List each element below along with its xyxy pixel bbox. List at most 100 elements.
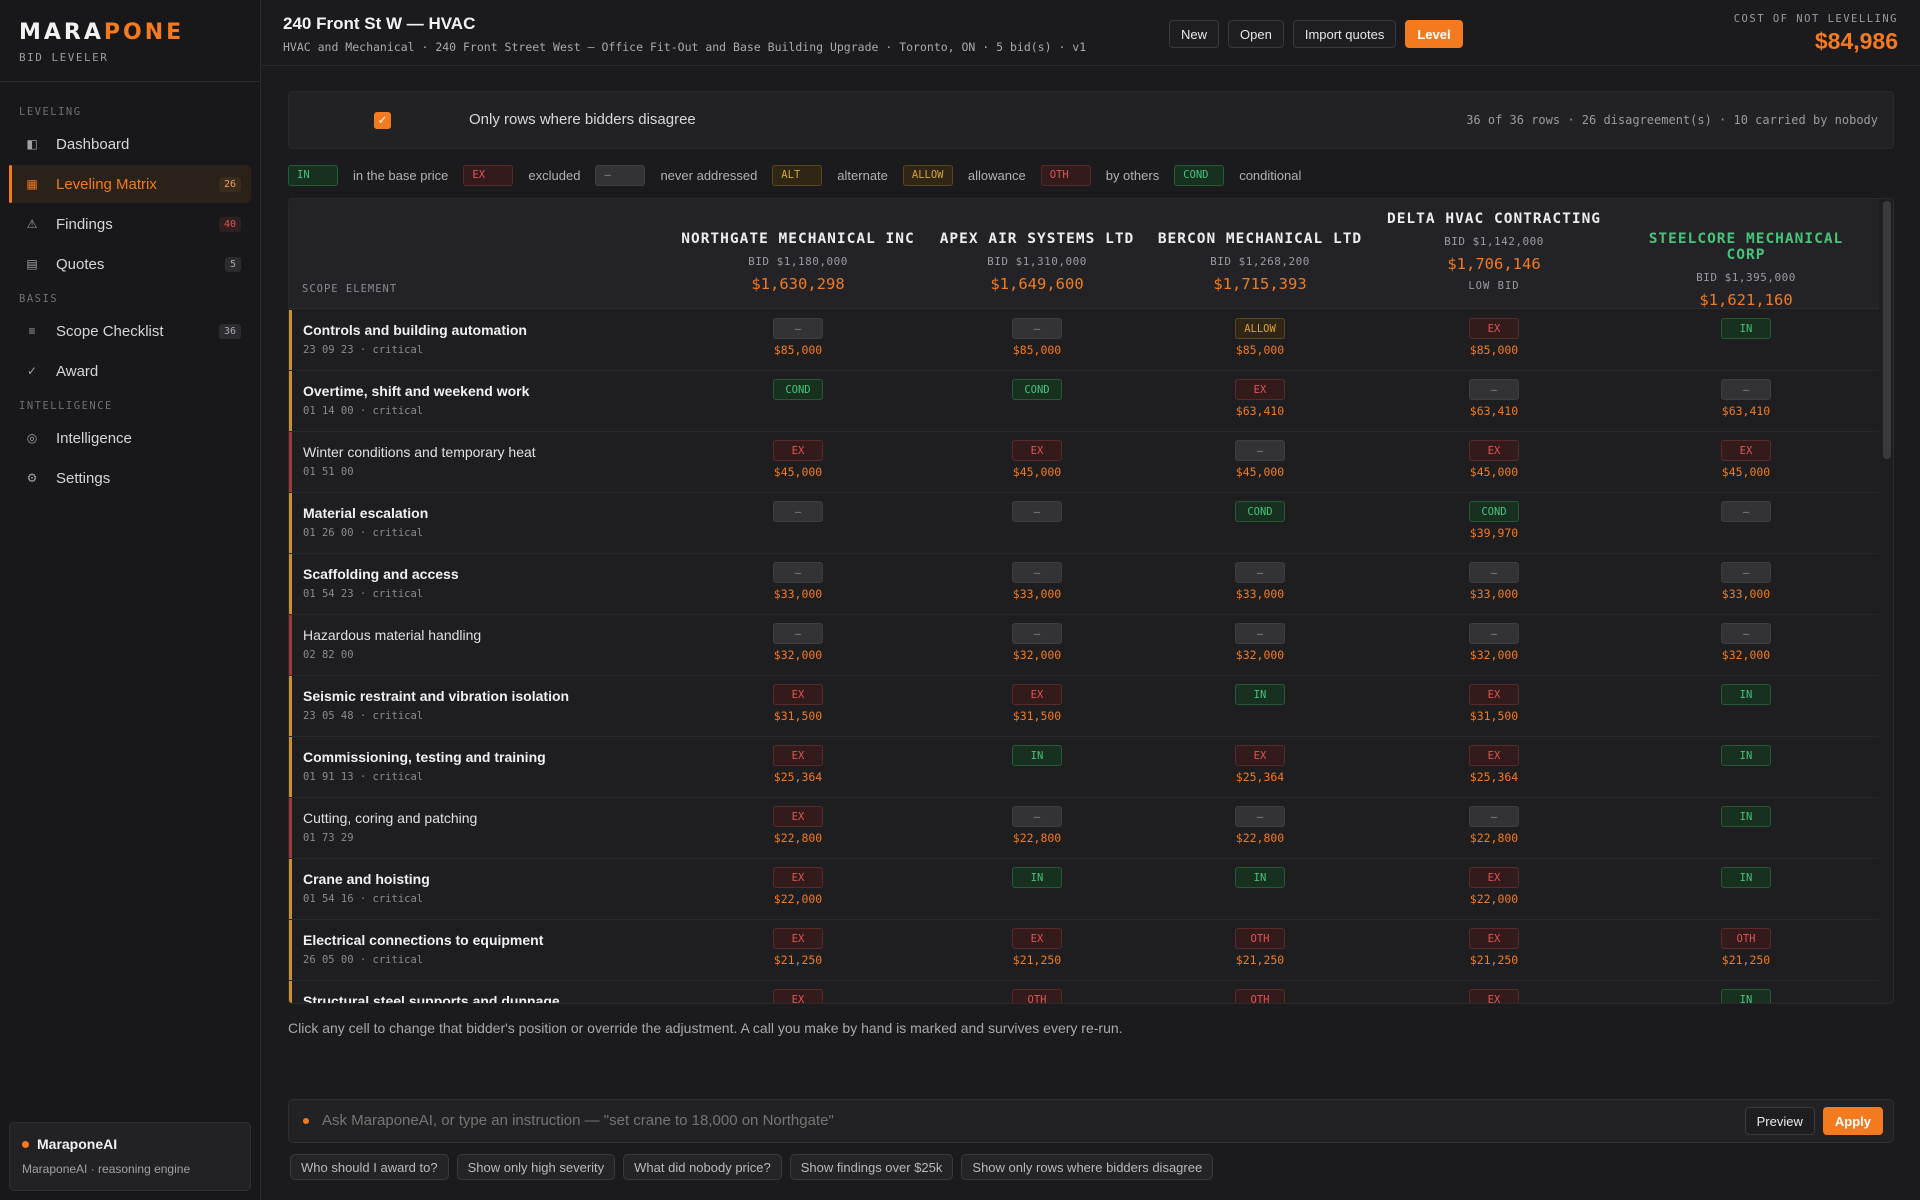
- matrix-cell[interactable]: — $45,000: [1190, 440, 1330, 486]
- matrix-cell[interactable]: IN: [1676, 745, 1816, 791]
- import-quotes-button[interactable]: Import quotes: [1292, 20, 1397, 48]
- matrix-cell[interactable]: — $22,800: [967, 806, 1107, 852]
- matrix-cell[interactable]: EX $21,250: [728, 928, 868, 974]
- matrix-cell[interactable]: EX: [1424, 989, 1564, 1003]
- bidder-column-header[interactable]: APEX AIR SYSTEMS LTD BID $1,310,000 $1,6…: [917, 199, 1157, 309]
- matrix-cell[interactable]: EX $45,000: [1424, 440, 1564, 486]
- matrix-cell[interactable]: EX $25,364: [1190, 745, 1330, 791]
- matrix-cell[interactable]: EX $25,364: [1424, 745, 1564, 791]
- matrix-cell[interactable]: IN: [1676, 989, 1816, 1003]
- matrix-cell[interactable]: EX $85,000: [1424, 318, 1564, 364]
- matrix-cell[interactable]: EX $45,000: [967, 440, 1107, 486]
- matrix-cell[interactable]: IN: [1676, 806, 1816, 852]
- severity-bar: [289, 371, 292, 431]
- matrix-cell[interactable]: EX: [728, 989, 868, 1003]
- matrix-cell[interactable]: — $32,000: [728, 623, 868, 669]
- matrix-cell[interactable]: OTH $21,250: [1676, 928, 1816, 974]
- matrix-cell[interactable]: IN: [967, 867, 1107, 913]
- matrix-cell[interactable]: EX $25,364: [728, 745, 868, 791]
- suggestion-chip[interactable]: Show only rows where bidders disagree: [961, 1154, 1214, 1180]
- matrix-cell[interactable]: EX $45,000: [728, 440, 868, 486]
- disagree-filter-checkbox[interactable]: ✓: [374, 112, 391, 129]
- matrix-cell[interactable]: EX $22,800: [728, 806, 868, 852]
- ai-engine-box[interactable]: MaraponeAI MaraponeAI · reasoning engine: [9, 1122, 251, 1191]
- matrix-cell[interactable]: COND $39,970: [1424, 501, 1564, 547]
- sidebar-item-intelligence[interactable]: ◎ Intelligence: [9, 419, 251, 457]
- matrix-cell[interactable]: — $33,000: [728, 562, 868, 608]
- matrix-cell[interactable]: EX $31,500: [728, 684, 868, 730]
- suggestion-chip[interactable]: Show findings over $25k: [789, 1154, 954, 1180]
- nav-section-label: BASIS: [19, 293, 59, 305]
- matrix-cell[interactable]: —: [728, 501, 868, 547]
- sidebar-item-findings[interactable]: ⚠ Findings 40: [9, 205, 251, 243]
- matrix-cell[interactable]: — $32,000: [1676, 623, 1816, 669]
- matrix-cell[interactable]: OTH $21,250: [1190, 928, 1330, 974]
- command-input[interactable]: [322, 1112, 1622, 1129]
- matrix-cell[interactable]: — $33,000: [1190, 562, 1330, 608]
- matrix-cell[interactable]: — $22,800: [1190, 806, 1330, 852]
- matrix-cell[interactable]: EX $31,500: [1424, 684, 1564, 730]
- suggestion-chip[interactable]: What did nobody price?: [623, 1154, 782, 1180]
- matrix-cell[interactable]: — $63,410: [1424, 379, 1564, 425]
- matrix-cell[interactable]: — $32,000: [1424, 623, 1564, 669]
- sidebar-item-dashboard[interactable]: ◧ Dashboard: [9, 125, 251, 163]
- bidder-column-header[interactable]: BERCON MECHANICAL LTD BID $1,268,200 $1,…: [1140, 199, 1380, 309]
- sidebar-item-settings[interactable]: ⚙ Settings: [9, 459, 251, 497]
- app-logo[interactable]: MARAPONE: [19, 20, 241, 45]
- matrix-cell[interactable]: —: [1676, 501, 1816, 547]
- disagree-filter-label[interactable]: Only rows where bidders disagree: [469, 111, 696, 128]
- sidebar-item-quotes[interactable]: ▤ Quotes 5: [9, 245, 251, 283]
- matrix-cell[interactable]: —: [967, 501, 1107, 547]
- matrix-cell[interactable]: IN: [1190, 867, 1330, 913]
- matrix-cell[interactable]: IN: [1190, 684, 1330, 730]
- matrix-cell[interactable]: EX $45,000: [1676, 440, 1816, 486]
- matrix-cell[interactable]: — $32,000: [967, 623, 1107, 669]
- matrix-cell[interactable]: — $33,000: [967, 562, 1107, 608]
- matrix-cell[interactable]: COND: [728, 379, 868, 425]
- matrix-cell[interactable]: — $85,000: [728, 318, 868, 364]
- suggestion-chip[interactable]: Who should I award to?: [290, 1154, 449, 1180]
- matrix-cell[interactable]: — $32,000: [1190, 623, 1330, 669]
- sidebar-item-award[interactable]: ✓ Award: [9, 352, 251, 390]
- legend-text: alternate: [837, 167, 888, 183]
- matrix-cell[interactable]: — $22,800: [1424, 806, 1564, 852]
- bidder-column-header[interactable]: NORTHGATE MECHANICAL INC BID $1,180,000 …: [678, 199, 918, 309]
- matrix-cell[interactable]: COND: [967, 379, 1107, 425]
- matrix-cell[interactable]: — $85,000: [967, 318, 1107, 364]
- bidder-levelled-total: $1,621,160: [1699, 291, 1793, 309]
- apply-button[interactable]: Apply: [1822, 1107, 1883, 1135]
- matrix-cell[interactable]: EX $21,250: [967, 928, 1107, 974]
- level-button[interactable]: Level: [1405, 20, 1463, 48]
- sidebar-item-leveling-matrix[interactable]: ▦ Leveling Matrix 26: [9, 165, 251, 203]
- matrix-cell[interactable]: EX $22,000: [1424, 867, 1564, 913]
- matrix-cell[interactable]: EX $31,500: [967, 684, 1107, 730]
- matrix-cell[interactable]: IN: [1676, 867, 1816, 913]
- matrix-cell[interactable]: — $63,410: [1676, 379, 1816, 425]
- new-button[interactable]: New: [1169, 20, 1220, 48]
- open-button[interactable]: Open: [1228, 20, 1284, 48]
- status-tag: —: [773, 623, 823, 644]
- matrix-cell[interactable]: OTH: [967, 989, 1107, 1003]
- suggestion-chip[interactable]: Show only high severity: [456, 1154, 616, 1180]
- status-tag: —: [1012, 806, 1062, 827]
- matrix-cell[interactable]: EX $63,410: [1190, 379, 1330, 425]
- matrix-cell[interactable]: ALLOW $85,000: [1190, 318, 1330, 364]
- matrix-cell[interactable]: EX $22,000: [728, 867, 868, 913]
- status-tag: COND: [1469, 501, 1519, 522]
- matrix-cell[interactable]: IN: [967, 745, 1107, 791]
- matrix-cell[interactable]: — $33,000: [1424, 562, 1564, 608]
- sidebar-item-scope-checklist[interactable]: ≡ Scope Checklist 36: [9, 312, 251, 350]
- matrix-cell[interactable]: IN: [1676, 318, 1816, 364]
- matrix-cell[interactable]: EX $21,250: [1424, 928, 1564, 974]
- matrix-cell[interactable]: IN: [1676, 684, 1816, 730]
- scope-element-code: 01 51 00: [303, 466, 354, 478]
- matrix-cell[interactable]: — $33,000: [1676, 562, 1816, 608]
- matrix-cell[interactable]: COND: [1190, 501, 1330, 547]
- scope-element-code: 23 05 48 · critical: [303, 710, 424, 722]
- bidder-column-header[interactable]: STEELCORE MECHANICAL CORP BID $1,395,000…: [1626, 199, 1866, 309]
- bidder-column-header[interactable]: DELTA HVAC CONTRACTING BID $1,142,000 $1…: [1374, 199, 1614, 309]
- preview-button[interactable]: Preview: [1744, 1107, 1815, 1135]
- status-tag: IN: [1012, 867, 1062, 888]
- matrix-scrollbar[interactable]: [1883, 201, 1891, 459]
- matrix-cell[interactable]: OTH: [1190, 989, 1330, 1003]
